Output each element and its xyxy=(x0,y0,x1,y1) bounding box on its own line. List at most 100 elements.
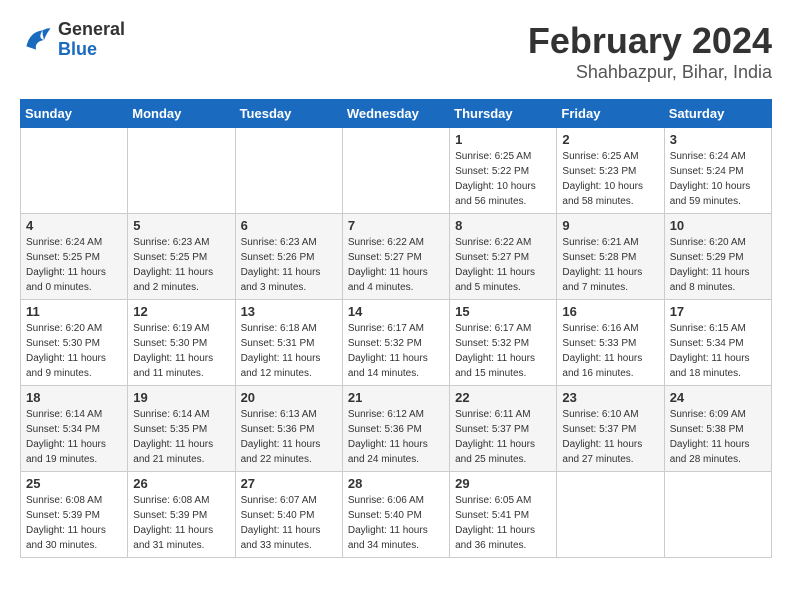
day-info: Sunrise: 6:05 AM Sunset: 5:41 PM Dayligh… xyxy=(455,493,551,553)
calendar-cell xyxy=(342,128,449,214)
calendar-cell: 15Sunrise: 6:17 AM Sunset: 5:32 PM Dayli… xyxy=(450,300,557,386)
calendar-cell: 11 Sunrise: 6:20 AM Sunset: 5:30 PM Dayli… xyxy=(21,300,128,386)
calendar-week-row: 1 Sunrise: 6:25 AM Sunset: 5:22 PM Daylig… xyxy=(21,128,772,214)
calendar-cell: 3 Sunrise: 6:24 AM Sunset: 5:24 PM Daylig… xyxy=(664,128,771,214)
calendar-cell: 29 Sunrise: 6:05 AM Sunset: 5:41 PM Dayli… xyxy=(450,472,557,558)
logo: General Blue xyxy=(20,20,125,60)
day-info: Sunrise: 6:20 AM Sunset: 5:29 PM Dayligh… xyxy=(670,235,766,295)
day-number: 21 xyxy=(348,390,444,405)
calendar-cell: 4 Sunrise: 6:24 AM Sunset: 5:25 PM Daylig… xyxy=(21,214,128,300)
calendar-cell xyxy=(21,128,128,214)
calendar-cell: 7 Sunrise: 6:22 AM Sunset: 5:27 PM Daylig… xyxy=(342,214,449,300)
day-number: 10 xyxy=(670,218,766,233)
weekday-header-wednesday: Wednesday xyxy=(342,100,449,128)
calendar-cell: 28 Sunrise: 6:06 AM Sunset: 5:40 PM Dayli… xyxy=(342,472,449,558)
day-info: Sunrise: 6:22 AM Sunset: 5:27 PM Dayligh… xyxy=(455,235,551,295)
calendar-cell: 6 Sunrise: 6:23 AM Sunset: 5:26 PM Daylig… xyxy=(235,214,342,300)
day-number: 28 xyxy=(348,476,444,491)
day-number: 29 xyxy=(455,476,551,491)
day-info: Sunrise: 6:13 AM Sunset: 5:36 PM Dayligh… xyxy=(241,407,337,467)
day-number: 6 xyxy=(241,218,337,233)
calendar-cell: 14Sunrise: 6:17 AM Sunset: 5:32 PM Dayli… xyxy=(342,300,449,386)
calendar-cell: 17Sunrise: 6:15 AM Sunset: 5:34 PM Dayli… xyxy=(664,300,771,386)
day-info: Sunrise: 6:19 AM Sunset: 5:30 PM Dayligh… xyxy=(133,321,229,381)
calendar-cell: 24Sunrise: 6:09 AM Sunset: 5:38 PM Dayli… xyxy=(664,386,771,472)
weekday-header-thursday: Thursday xyxy=(450,100,557,128)
day-number: 3 xyxy=(670,132,766,147)
day-info: Sunrise: 6:24 AM Sunset: 5:24 PM Dayligh… xyxy=(670,149,766,209)
day-number: 4 xyxy=(26,218,122,233)
day-number: 11 xyxy=(26,304,122,319)
day-number: 13 xyxy=(241,304,337,319)
day-info: Sunrise: 6:25 AM Sunset: 5:22 PM Dayligh… xyxy=(455,149,551,209)
day-info: Sunrise: 6:12 AM Sunset: 5:36 PM Dayligh… xyxy=(348,407,444,467)
calendar-cell: 10 Sunrise: 6:20 AM Sunset: 5:29 PM Dayli… xyxy=(664,214,771,300)
weekday-header-saturday: Saturday xyxy=(664,100,771,128)
calendar-week-row: 25 Sunrise: 6:08 AM Sunset: 5:39 PM Dayli… xyxy=(21,472,772,558)
calendar-cell: 16 Sunrise: 6:16 AM Sunset: 5:33 PM Dayli… xyxy=(557,300,664,386)
day-info: Sunrise: 6:15 AM Sunset: 5:34 PM Dayligh… xyxy=(670,321,766,381)
calendar-cell xyxy=(664,472,771,558)
calendar-cell: 2 Sunrise: 6:25 AM Sunset: 5:23 PM Daylig… xyxy=(557,128,664,214)
day-number: 26 xyxy=(133,476,229,491)
day-info: Sunrise: 6:17 AM Sunset: 5:32 PM Dayligh… xyxy=(455,321,551,381)
day-number: 16 xyxy=(562,304,658,319)
weekday-header-monday: Monday xyxy=(128,100,235,128)
day-info: Sunrise: 6:20 AM Sunset: 5:30 PM Dayligh… xyxy=(26,321,122,381)
calendar-cell: 9Sunrise: 6:21 AM Sunset: 5:28 PM Daylig… xyxy=(557,214,664,300)
logo-blue: Blue xyxy=(58,40,125,60)
day-info: Sunrise: 6:09 AM Sunset: 5:38 PM Dayligh… xyxy=(670,407,766,467)
calendar-cell: 22 Sunrise: 6:11 AM Sunset: 5:37 PM Dayli… xyxy=(450,386,557,472)
day-info: Sunrise: 6:06 AM Sunset: 5:40 PM Dayligh… xyxy=(348,493,444,553)
calendar-cell: 20 Sunrise: 6:13 AM Sunset: 5:36 PM Dayli… xyxy=(235,386,342,472)
day-number: 1 xyxy=(455,132,551,147)
day-number: 18 xyxy=(26,390,122,405)
day-info: Sunrise: 6:16 AM Sunset: 5:33 PM Dayligh… xyxy=(562,321,658,381)
day-info: Sunrise: 6:24 AM Sunset: 5:25 PM Dayligh… xyxy=(26,235,122,295)
day-number: 25 xyxy=(26,476,122,491)
day-info: Sunrise: 6:14 AM Sunset: 5:35 PM Dayligh… xyxy=(133,407,229,467)
weekday-header-tuesday: Tuesday xyxy=(235,100,342,128)
logo-general: General xyxy=(58,20,125,40)
month-year-title: February 2024 xyxy=(528,20,772,62)
day-number: 5 xyxy=(133,218,229,233)
page-header: General Blue February 2024 Shahbazpur, B… xyxy=(20,20,772,83)
logo-bird-icon xyxy=(20,24,52,56)
weekday-header-row: SundayMondayTuesdayWednesdayThursdayFrid… xyxy=(21,100,772,128)
day-number: 22 xyxy=(455,390,551,405)
day-info: Sunrise: 6:10 AM Sunset: 5:37 PM Dayligh… xyxy=(562,407,658,467)
calendar-week-row: 18Sunrise: 6:14 AM Sunset: 5:34 PM Dayli… xyxy=(21,386,772,472)
calendar-cell xyxy=(235,128,342,214)
day-number: 19 xyxy=(133,390,229,405)
calendar-cell: 23 Sunrise: 6:10 AM Sunset: 5:37 PM Dayli… xyxy=(557,386,664,472)
calendar-cell: 1 Sunrise: 6:25 AM Sunset: 5:22 PM Daylig… xyxy=(450,128,557,214)
calendar-cell: 19 Sunrise: 6:14 AM Sunset: 5:35 PM Dayli… xyxy=(128,386,235,472)
calendar-week-row: 11 Sunrise: 6:20 AM Sunset: 5:30 PM Dayli… xyxy=(21,300,772,386)
day-info: Sunrise: 6:18 AM Sunset: 5:31 PM Dayligh… xyxy=(241,321,337,381)
day-info: Sunrise: 6:08 AM Sunset: 5:39 PM Dayligh… xyxy=(133,493,229,553)
calendar-cell: 18Sunrise: 6:14 AM Sunset: 5:34 PM Dayli… xyxy=(21,386,128,472)
calendar-cell xyxy=(557,472,664,558)
day-number: 20 xyxy=(241,390,337,405)
day-info: Sunrise: 6:08 AM Sunset: 5:39 PM Dayligh… xyxy=(26,493,122,553)
weekday-header-friday: Friday xyxy=(557,100,664,128)
calendar-cell: 26 Sunrise: 6:08 AM Sunset: 5:39 PM Dayli… xyxy=(128,472,235,558)
day-number: 8 xyxy=(455,218,551,233)
calendar-cell: 13 Sunrise: 6:18 AM Sunset: 5:31 PM Dayli… xyxy=(235,300,342,386)
day-number: 23 xyxy=(562,390,658,405)
calendar-cell: 25 Sunrise: 6:08 AM Sunset: 5:39 PM Dayli… xyxy=(21,472,128,558)
day-number: 2 xyxy=(562,132,658,147)
day-info: Sunrise: 6:22 AM Sunset: 5:27 PM Dayligh… xyxy=(348,235,444,295)
calendar-cell: 27 Sunrise: 6:07 AM Sunset: 5:40 PM Dayli… xyxy=(235,472,342,558)
day-info: Sunrise: 6:11 AM Sunset: 5:37 PM Dayligh… xyxy=(455,407,551,467)
day-info: Sunrise: 6:25 AM Sunset: 5:23 PM Dayligh… xyxy=(562,149,658,209)
day-number: 7 xyxy=(348,218,444,233)
calendar-cell: 12Sunrise: 6:19 AM Sunset: 5:30 PM Dayli… xyxy=(128,300,235,386)
day-info: Sunrise: 6:07 AM Sunset: 5:40 PM Dayligh… xyxy=(241,493,337,553)
day-number: 27 xyxy=(241,476,337,491)
day-info: Sunrise: 6:23 AM Sunset: 5:26 PM Dayligh… xyxy=(241,235,337,295)
calendar-cell: 21 Sunrise: 6:12 AM Sunset: 5:36 PM Dayli… xyxy=(342,386,449,472)
calendar-cell: 5Sunrise: 6:23 AM Sunset: 5:25 PM Daylig… xyxy=(128,214,235,300)
location-subtitle: Shahbazpur, Bihar, India xyxy=(528,62,772,83)
day-number: 9 xyxy=(562,218,658,233)
